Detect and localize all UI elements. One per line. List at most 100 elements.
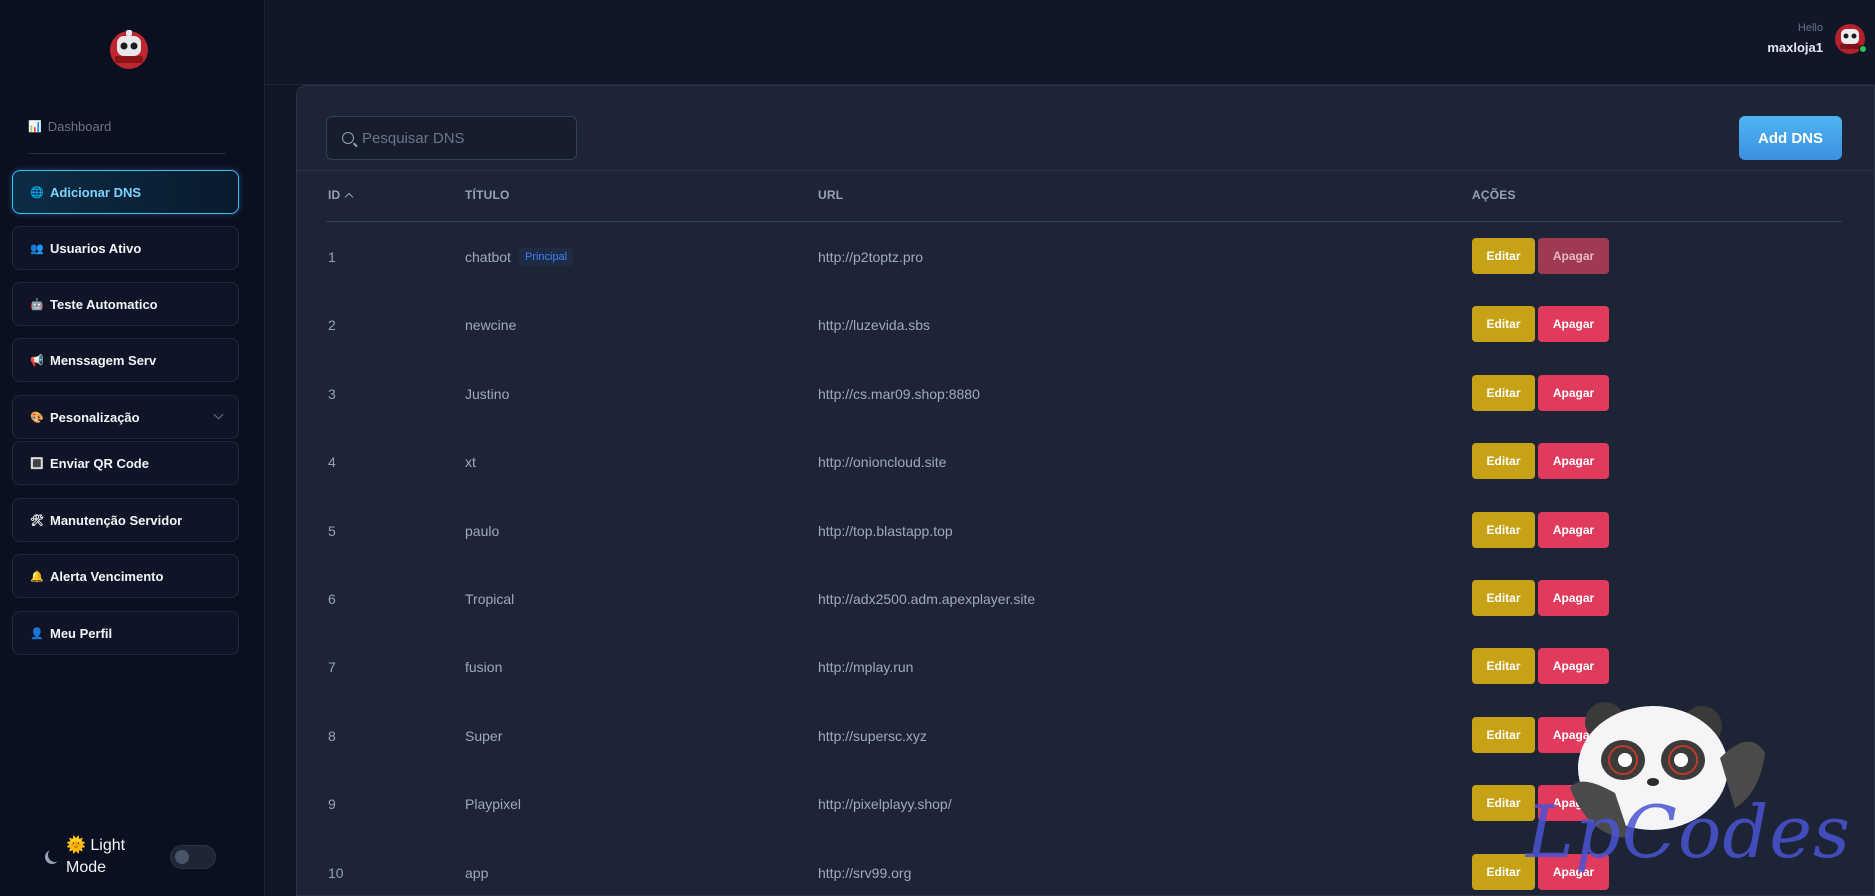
cell-title: Justino [465,381,509,407]
title-text: Super [465,727,503,744]
sidebar-item-enviar-qr-code[interactable]: 🔳 Enviar QR Code [12,441,239,485]
sidebar-item-alerta-vencimento[interactable]: 🔔 Alerta Vencimento [12,554,239,598]
theme-mode-control: 🌞 Light Mode [44,835,146,879]
table-row: 1 chatbot Principal http://p2toptz.pro Edita… [297,222,1874,290]
delete-button[interactable]: Apagar [1538,511,1609,548]
edit-button[interactable]: Editar [1472,443,1535,480]
edit-button[interactable]: Editar [1472,716,1535,753]
theme-toggle[interactable] [170,845,216,869]
table-row: 5 paulo http://top.blastapp.top Editar Apaga… [297,496,1874,564]
sidebar-item-label: Dashboard [47,119,112,134]
cell-url: http://p2toptz.pro [818,249,924,265]
title-text: Justino [465,385,510,402]
divider [297,170,1874,171]
search-input[interactable] [362,129,562,147]
sidebar-item-label: Enviar QR Code [50,455,149,471]
column-header-titulo: TÍTULO [465,188,510,202]
watermark-text: LpCodes [1526,790,1851,874]
cell-title: paulo [465,518,499,544]
cell-id: 6 [328,591,336,607]
table-row: 2 newcine http://luzevida.sbs Editar Apagar [297,290,1874,358]
sidebar-item-label: Usuarios Ativo [50,240,142,256]
moon-icon [48,848,62,862]
sidebar-item-usuarios-ativo[interactable]: 👥 Usuarios Ativo [12,226,239,270]
greeting: Hello [1797,22,1823,34]
sidebar-item-pesonalizacao[interactable]: 🎨 Pesonalização [12,395,239,439]
cell-id: 10 [328,864,344,881]
qr-code-icon: 🔳 [30,457,44,470]
logo-robot-icon[interactable] [106,26,152,72]
sidebar-item-menssagem-serv[interactable]: 📢 Menssagem Serv [12,338,239,382]
delete-button[interactable]: Apagar [1538,238,1609,274]
delete-button[interactable]: Apagar [1538,443,1609,480]
title-text: app [465,864,489,881]
cell-url: http://onioncloud.site [818,454,947,471]
sidebar-item-label: Meu Perfil [50,625,113,641]
add-dns-button[interactable]: Add DNS [1739,116,1842,160]
edit-button[interactable]: Editar [1472,374,1535,411]
cell-title: Tropical [465,586,514,612]
cell-id: 2 [328,317,336,334]
sidebar-dashboard-link[interactable]: 📊 Dashboard [28,119,111,134]
sidebar-item-label: Alerta Vencimento [50,568,164,584]
delete-button[interactable]: Apagar [1538,648,1609,685]
sidebar-item-label: Manutenção Servidor [50,512,183,528]
cell-id: 3 [328,385,336,402]
delete-button[interactable]: Apagar [1538,306,1609,343]
theme-mode-label-line1: 🌞 Light [66,837,126,854]
cell-url: http://cs.mar09.shop:8880 [818,385,980,402]
column-header-id[interactable]: ID [328,188,354,202]
theme-mode-label: 🌞 Light Mode [66,835,146,879]
title-text: paulo [465,522,500,539]
username[interactable]: maxloja1 [1767,40,1823,55]
bell-icon: 🔔 [30,570,44,583]
column-header-label: ID [328,188,341,202]
edit-button[interactable]: Editar [1472,648,1535,685]
edit-button[interactable]: Editar [1472,238,1535,274]
cell-url: http://adx2500.adm.apexplayer.site [818,591,1036,607]
theme-mode-label-line2: Mode [66,859,107,876]
edit-button[interactable]: Editar [1472,306,1535,343]
dns-panel: Add DNS ID TÍTULO URL AÇÕES 1 chatbot Prin… [296,85,1875,896]
title-text: newcine [465,317,517,334]
edit-button[interactable]: Editar [1472,511,1535,548]
table-row: 8 Super http://supersc.xyz Editar Apagar [297,701,1874,769]
chevron-down-icon[interactable] [213,409,224,420]
top-header: Hello maxloja1 [266,0,1875,85]
principal-badge: Principal [518,248,574,266]
search-icon [342,132,354,144]
cell-title: Playpixel [465,791,521,817]
robot-icon: 🤖 [30,298,44,311]
cell-title: app [465,860,488,886]
edit-button[interactable]: Editar [1472,580,1535,616]
sidebar-item-label: Teste Automatico [50,296,158,312]
cell-id: 4 [328,454,336,471]
table-row: 7 fusion http://mplay.run Editar Apagar [297,632,1874,700]
cell-id: 5 [328,522,336,539]
cell-id: 1 [328,249,336,265]
online-status-dot [1859,45,1867,53]
delete-button[interactable]: Apagar [1538,374,1609,411]
cell-url: http://luzevida.sbs [818,317,931,334]
title-text: fusion [465,659,503,676]
cell-id: 8 [328,727,336,744]
sidebar-item-teste-automatico[interactable]: 🤖 Teste Automatico [12,282,239,326]
sidebar-item-meu-perfil[interactable]: 👤 Meu Perfil [12,611,239,655]
sort-asc-icon [345,192,354,202]
title-text: chatbot [465,249,511,265]
title-text: xt [465,454,476,471]
sidebar: 📊 Dashboard 🌐 Adicionar DNS 👥 Usuarios A… [0,0,265,896]
title-text: Tropical [465,591,515,607]
delete-button[interactable]: Apagar [1538,580,1609,616]
globe-icon: 🌐 [30,186,44,199]
sidebar-item-label: Menssagem Serv [50,352,157,368]
column-header-acoes: AÇÕES [1472,188,1516,202]
sidebar-item-manutencao-servidor[interactable]: 🛠 Manutenção Servidor [12,498,239,542]
cell-url: http://top.blastapp.top [818,522,953,539]
sidebar-item-label: Pesonalização [50,409,140,425]
column-header-url: URL [818,188,844,202]
user-icon: 👤 [30,627,44,640]
delete-button[interactable]: Apagar [1538,716,1609,753]
search-box[interactable] [326,116,577,160]
sidebar-item-adicionar-dns[interactable]: 🌐 Adicionar DNS [12,170,239,214]
